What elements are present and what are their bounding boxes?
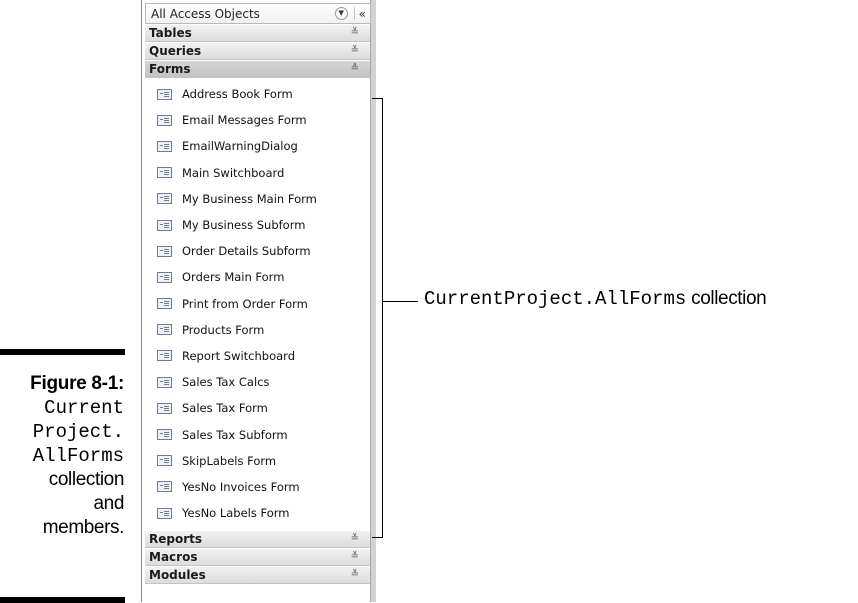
form-label: SkipLabels Form [182,453,277,468]
group-label: Macros [149,550,198,565]
form-item[interactable]: Print from Order Form [145,291,371,317]
group-modules[interactable]: Modules ≚ [145,567,371,585]
form-label: Address Book Form [182,87,293,102]
group-label: Modules [149,568,206,583]
form-icon [157,88,172,100]
caption-top-rule [0,349,125,355]
form-label: Main Switchboard [182,165,285,180]
form-label: Products Form [182,322,265,337]
form-item[interactable]: Email Messages Form [145,107,371,133]
form-icon [157,298,172,310]
form-icon [157,271,172,283]
expand-chevron-icon: ≚ [350,533,359,545]
header-divider [353,7,355,20]
form-item[interactable]: YesNo Invoices Form [145,474,371,500]
form-icon [157,193,172,205]
form-label: Order Details Subform [182,244,311,259]
group-macros[interactable]: Macros ≚ [145,549,371,567]
form-label: EmailWarningDialog [182,139,298,154]
form-item[interactable]: Sales Tax Subform [145,421,371,447]
form-icon [157,219,172,231]
pane-title: All Access Objects [151,6,260,21]
form-label: YesNo Invoices Form [182,479,300,494]
forms-list: Address Book Form Email Messages Form Em… [145,81,371,526]
callout-label: CurrentProject.AllForms collection [424,288,767,310]
form-label: My Business Main Form [182,191,317,206]
caption-code-line: Current [44,397,124,419]
form-label: Orders Main Form [182,270,285,285]
group-label: Tables [149,26,192,40]
collapse-pane-icon[interactable]: « [359,8,366,20]
form-icon [157,429,172,441]
figure-caption: Figure 8-1: Current Project. AllForms co… [0,372,124,540]
pane-header[interactable]: All Access Objects ▼ « [145,3,371,24]
form-icon [157,350,172,362]
form-icon [157,140,172,152]
form-item[interactable]: Orders Main Form [145,264,371,290]
form-icon [157,114,172,126]
form-label: My Business Subform [182,218,306,233]
group-label: Queries [149,44,202,58]
expand-chevron-icon: ≚ [350,45,359,56]
caption-text-line: members. [42,517,125,538]
form-item[interactable]: SkipLabels Form [145,448,371,474]
chevron-down-icon[interactable]: ▼ [334,7,348,20]
form-label: Print from Order Form [182,296,308,311]
group-label: Reports [149,532,203,547]
form-icon [157,167,172,179]
form-icon [157,481,172,493]
form-item[interactable]: Sales Tax Form [145,395,371,421]
form-item[interactable]: Order Details Subform [145,238,371,264]
form-icon [157,324,172,336]
form-icon [157,455,172,467]
form-icon [157,402,172,414]
callout-leader-line [383,301,418,302]
group-queries[interactable]: Queries ≚ [145,43,371,60]
form-item[interactable]: Address Book Form [145,81,371,107]
group-tables[interactable]: Tables ≚ [145,25,371,42]
caption-code-line: Project. [32,421,124,443]
form-item[interactable]: Products Form [145,317,371,343]
form-item[interactable]: YesNo Labels Form [145,500,371,526]
collapse-chevron-icon: ≙ [350,63,359,74]
figure-label: Figure 8-1: [30,373,124,394]
group-reports[interactable]: Reports ≚ [145,531,371,549]
form-item[interactable]: My Business Subform [145,212,371,238]
collection-bracket [372,98,383,538]
caption-code-line: AllForms [32,445,124,467]
expand-chevron-icon: ≚ [350,27,359,38]
group-label: Forms [149,62,191,76]
form-label: Report Switchboard [182,348,296,363]
form-label: Sales Tax Form [182,401,268,416]
caption-bottom-rule [0,597,125,603]
expand-chevron-icon: ≚ [350,551,359,563]
form-item[interactable]: Sales Tax Calcs [145,369,371,395]
expand-chevron-icon: ≚ [350,569,359,581]
form-item[interactable]: EmailWarningDialog [145,133,371,159]
form-label: Email Messages Form [182,113,307,128]
group-forms[interactable]: Forms ≙ [145,61,371,78]
callout-code: CurrentProject.AllForms [424,288,687,310]
navigation-pane: All Access Objects ▼ « Tables ≚ Queries … [141,0,376,602]
form-icon [157,376,172,388]
form-icon [157,245,172,257]
caption-text-line: and [93,493,124,514]
form-label: Sales Tax Subform [182,427,288,442]
form-item[interactable]: My Business Main Form [145,186,371,212]
callout-text: collection [686,288,767,309]
caption-text-line: collection [48,469,125,490]
form-item[interactable]: Report Switchboard [145,343,371,369]
form-item[interactable]: Main Switchboard [145,160,371,186]
form-icon [157,507,172,519]
form-label: Sales Tax Calcs [182,375,270,390]
form-label: YesNo Labels Form [182,506,290,521]
